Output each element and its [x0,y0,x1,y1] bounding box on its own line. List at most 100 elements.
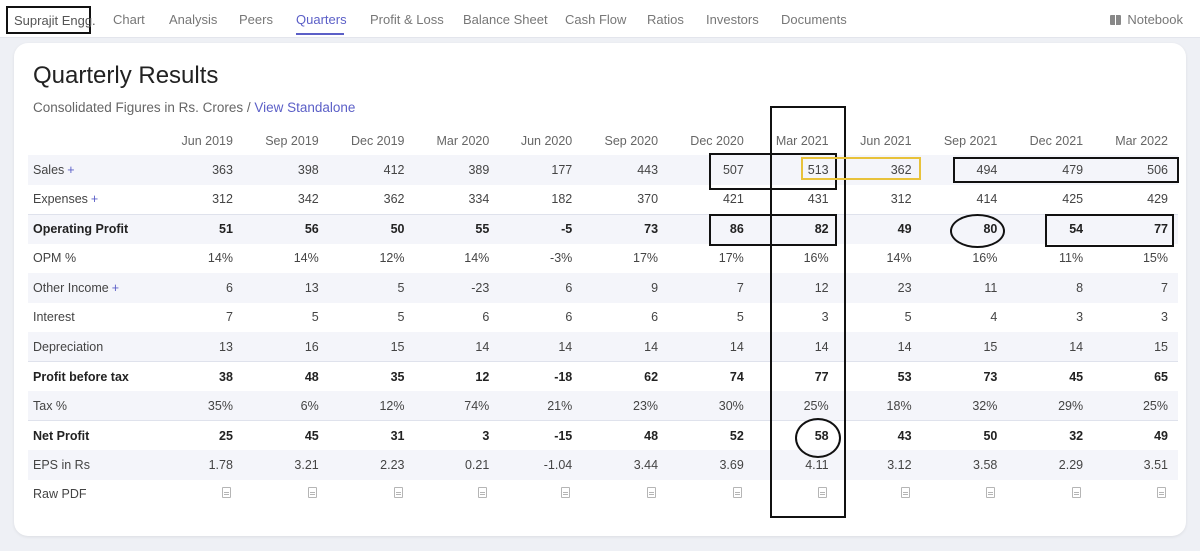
value-cell: 3.51 [1093,450,1178,480]
value-cell: 14 [499,332,583,362]
value-cell: 389 [414,155,500,185]
row-label[interactable]: Other Income + [28,273,160,303]
value-cell: 0.21 [414,450,500,480]
value-cell: 23 [838,273,922,303]
value-cell: 412 [328,155,415,185]
value-cell: 56 [242,213,329,244]
pdf-link[interactable] [1007,480,1093,510]
notebook-button[interactable]: Notebook [1110,12,1183,27]
pdf-link[interactable] [243,480,329,510]
tab-analysis[interactable]: Analysis [169,12,217,27]
table-row: Sales +363 398 412 389 177 443 507 513 362 494 479 5… [28,155,1178,185]
value-cell: 17% [718,251,744,266]
pdf-link[interactable] [922,480,1008,510]
subtitle: Consolidated Figures in Rs. Crores / Vie… [33,100,355,115]
value-cell: 12% [379,251,405,266]
tab-ratios[interactable]: Ratios [647,12,684,27]
tab-documents[interactable]: Documents [781,12,847,27]
value-cell: 7 [668,273,754,303]
pdf-link[interactable] [839,480,922,510]
expand-plus-icon[interactable]: + [91,192,98,206]
tab-profit-loss[interactable]: Profit & Loss [370,12,444,27]
value-cell: 14% [293,251,319,266]
row-label[interactable]: Sales + [28,155,160,185]
row-label: Operating Profit [28,213,160,244]
value-cell: 312 [890,192,912,206]
view-standalone-link[interactable]: View Standalone [254,100,355,115]
value-cell: 11% [1059,251,1084,266]
page-title: Quarterly Results [33,62,219,89]
value-cell: 86 [668,213,754,244]
value-cell: 429 [1147,192,1168,206]
company-name[interactable]: Suprajit Engg. [6,6,96,34]
row-label: EPS in Rs [28,450,160,480]
value-cell: 3.21 [242,450,329,480]
row-label[interactable]: Expenses + [28,185,160,215]
value-cell: 5 [311,310,319,325]
row-label-text: OPM % [33,251,77,266]
tab-cash-flow[interactable]: Cash Flow [565,12,626,27]
value-cell: 21% [499,391,583,421]
value-cell: 58 [753,420,839,450]
tab-investors[interactable]: Investors [706,12,759,27]
pdf-link[interactable] [415,480,500,510]
pdf-icon [561,487,571,499]
value-cell: 7 [226,310,233,325]
column-header: Dec 2020 [690,134,744,148]
value-cell: 65 [1093,361,1178,391]
value-cell: 363 [160,155,243,185]
row-label: OPM % [28,244,160,274]
value-cell: 80 [921,213,1008,244]
pdf-icon [817,487,827,499]
column-header: Jun 2020 [520,134,573,148]
row-label-text: Tax % [33,398,68,413]
value-cell: 9 [582,273,669,303]
pdf-link[interactable] [329,480,415,510]
tab-peers[interactable]: Peers [239,12,273,27]
value-cell: 11 [921,273,1008,303]
pdf-icon [221,487,231,499]
pdf-link[interactable] [1093,480,1178,510]
tab-chart[interactable]: Chart [113,12,145,27]
expand-plus-icon[interactable]: + [112,281,119,295]
value-cell: 62 [582,361,669,391]
value-cell: 12 [753,273,839,303]
value-cell: 312 [212,192,233,206]
value-cell: 14 [838,332,922,362]
value-cell: 6% [242,391,329,421]
pdf-icon [478,487,488,499]
row-label-text: Operating Profit [33,222,129,236]
column-header: Mar 2020 [436,134,490,148]
pdf-link[interactable] [160,480,243,510]
pdf-icon [393,487,403,499]
tab-balance-sheet[interactable]: Balance Sheet [463,12,548,27]
value-cell: 342 [297,192,319,206]
pdf-icon [900,487,910,499]
pdf-icon [647,487,657,499]
tab-quarters[interactable]: Quarters [296,12,347,27]
pdf-icon [986,487,996,499]
value-cell: 15 [328,332,415,362]
value-cell: 15% [1142,251,1168,266]
row-label-text: Other Income [33,280,109,295]
quarterly-results-card: Quarterly Results Consolidated Figures i… [14,43,1186,536]
notebook-label: Notebook [1127,12,1183,27]
value-cell: 29% [1007,391,1094,421]
pdf-link[interactable] [754,480,839,510]
quarterly-results-table: Jun 2019 Sep 2019 Dec 2019 Mar 2020 Jun 2020… [28,127,1178,509]
value-cell: 14% [886,251,912,266]
row-label-text: EPS in Rs [33,457,90,472]
value-cell: 50 [921,420,1008,450]
pdf-link[interactable] [499,480,582,510]
book-icon [1110,14,1122,25]
expand-plus-icon[interactable]: + [67,163,74,177]
value-cell: 14 [753,332,839,362]
value-cell: 3 [821,310,829,325]
pdf-link[interactable] [668,480,754,510]
table-row: Depreciation 13 16 15 14 14 14 14 14 14 15 14 15 [28,332,1178,362]
value-cell: 13 [242,273,329,303]
value-cell: 421 [722,192,744,206]
value-cell: 8 [1007,273,1094,303]
pdf-link[interactable] [582,480,668,510]
value-cell: 49 [838,213,922,244]
